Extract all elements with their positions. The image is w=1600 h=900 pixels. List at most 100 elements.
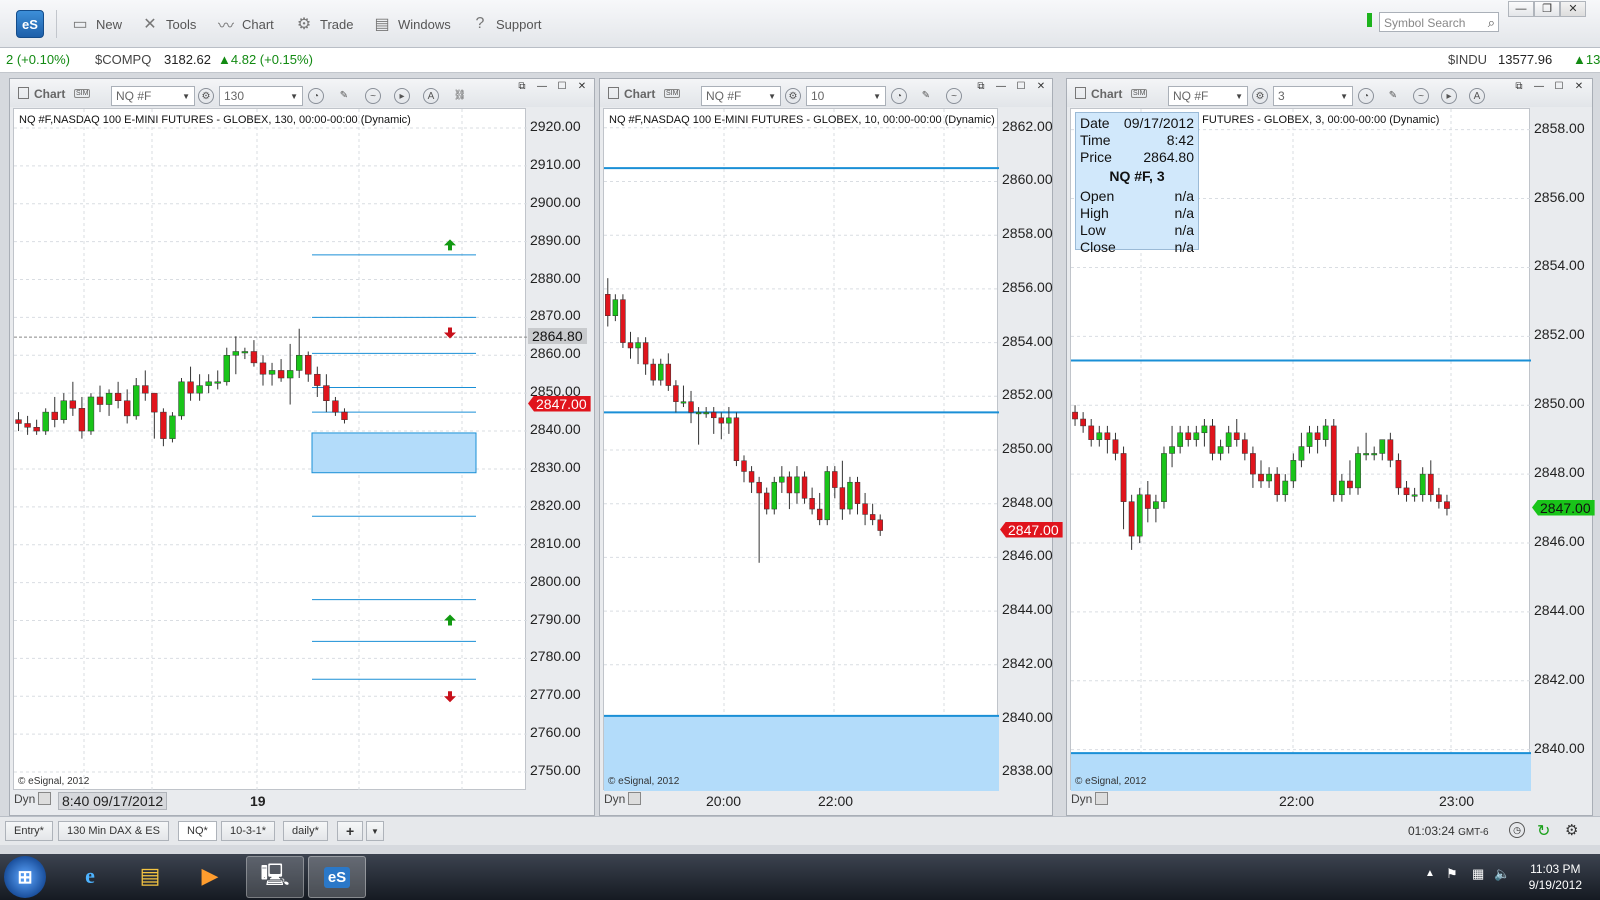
panel-maximize-button[interactable]: ☐ <box>1014 81 1028 93</box>
candle-body <box>314 373 321 386</box>
play-icon[interactable]: ▸ <box>394 88 410 104</box>
chart-plot-area[interactable]: II FUTURES - GLOBEX, 3, 00:00-00:00 (Dyn… <box>1070 108 1531 791</box>
pencil-icon[interactable]: ✎ <box>918 88 934 104</box>
chart-button[interactable]: 〰 Chart <box>216 13 274 36</box>
price-axis[interactable]: 2858.00 2856.00 2854.00 2852.00 2850.00 2848.… <box>1530 108 1595 790</box>
price-axis[interactable]: 2862.00 2860.00 2858.00 2856.00 2854.00 2852.… <box>998 108 1063 790</box>
candle-body <box>650 363 656 381</box>
tab-130-min-dax-es[interactable]: 130 Min DAX & ES <box>58 821 169 841</box>
dyn-toggle[interactable]: Dyn <box>1071 792 1109 806</box>
symbol-search-input[interactable]: Symbol Search ⌕ <box>1379 12 1499 32</box>
alert-icon[interactable]: A <box>423 88 439 104</box>
symbol-dropdown[interactable]: NQ #F ▼ <box>1168 86 1248 106</box>
add-tab-button[interactable]: + <box>337 821 364 841</box>
settings-icon[interactable]: ⚙ <box>1252 88 1268 104</box>
clock-icon[interactable]: ◔ <box>891 88 907 104</box>
page-tabs: Entry* 130 Min DAX & ES NQ* 10-3-1* dail… <box>0 816 1600 845</box>
candle-body <box>1128 501 1135 537</box>
link-icon[interactable]: ⛓ <box>452 88 468 104</box>
x-tick-label: 22:00 <box>818 793 854 809</box>
play-icon[interactable]: ▸ <box>1441 88 1457 104</box>
candle-body <box>1144 494 1151 509</box>
action-center-icon[interactable]: ⚑ <box>1446 866 1458 882</box>
taskbar-clock[interactable]: 11:03 PM 9/19/2012 <box>1529 861 1582 893</box>
dyn-toggle[interactable]: Dyn <box>604 792 642 806</box>
panel-close-button[interactable]: ✕ <box>1572 81 1586 93</box>
tab-10-3-1[interactable]: 10-3-1* <box>221 821 276 841</box>
start-button[interactable]: ⊞ <box>4 856 46 898</box>
chart-plot-area[interactable]: NQ #F,NASDAQ 100 E-MINI FUTURES - GLOBEX… <box>13 108 527 791</box>
panel-popout-button[interactable]: ⧉ <box>1512 81 1526 93</box>
esignal-logo[interactable]: eS <box>16 10 44 38</box>
study-icon[interactable]: ~ <box>365 88 381 104</box>
restore-window-button[interactable]: ❐ <box>1534 1 1560 17</box>
close-window-button[interactable]: ✕ <box>1560 1 1586 17</box>
candle-body <box>1136 494 1143 537</box>
panel-minimize-button[interactable]: — <box>535 81 549 93</box>
panel-maximize-button[interactable]: ☐ <box>1552 81 1566 93</box>
x-tick-label: 20:00 <box>706 793 742 809</box>
study-icon[interactable]: ~ <box>1413 88 1429 104</box>
tabs-menu-button[interactable]: ▼ <box>366 821 384 841</box>
symbol-dropdown[interactable]: NQ #F ▼ <box>111 86 195 106</box>
new-button[interactable]: ▭ New <box>70 13 122 35</box>
network-icon[interactable]: ▦ <box>1472 866 1484 882</box>
candlestick-chart <box>604 109 999 791</box>
tab-nq[interactable]: NQ* <box>178 821 217 841</box>
panel-minimize-button[interactable]: — <box>1532 81 1546 93</box>
minimize-window-button[interactable]: — <box>1508 1 1534 17</box>
esignal-taskbar-icon[interactable]: eS <box>308 856 366 898</box>
dyn-toggle[interactable]: Dyn <box>14 792 52 806</box>
panel-minimize-button[interactable]: — <box>994 81 1008 93</box>
clock-icon[interactable]: ◷ <box>1509 822 1525 838</box>
panel-popout-button[interactable]: ⧉ <box>974 81 988 93</box>
candle-body <box>1363 453 1369 456</box>
interval-dropdown[interactable]: 10 ▼ <box>806 86 886 106</box>
computer-icon[interactable]: 🖳 <box>246 856 304 898</box>
settings-icon[interactable]: ⚙ <box>785 88 801 104</box>
y-tick-label: 2850.00 <box>1002 440 1053 456</box>
media-player-icon[interactable]: ▶ <box>182 856 238 896</box>
study-icon[interactable]: ~ <box>946 88 962 104</box>
buy-arrow <box>444 614 456 626</box>
interval-dropdown[interactable]: 3 ▼ <box>1273 86 1353 106</box>
candle-body <box>847 481 853 510</box>
candle-body <box>51 411 58 420</box>
gear-icon[interactable]: ⚙ <box>1565 821 1578 839</box>
chevron-down-icon: ▼ <box>182 92 190 101</box>
y-tick-label: 2846.00 <box>1534 533 1585 549</box>
tab-entry[interactable]: Entry* <box>5 821 53 841</box>
volume-icon[interactable]: 🔈 <box>1494 866 1510 882</box>
y-tick-label: 2844.00 <box>1534 601 1585 618</box>
candle-body <box>1112 439 1119 454</box>
chevron-down-icon: ▼ <box>768 92 776 101</box>
support-button[interactable]: ? Support <box>470 13 542 35</box>
tab-daily[interactable]: daily* <box>283 821 328 841</box>
chart-title: Chart <box>1075 87 1122 101</box>
chart-plot-area[interactable]: NQ #F,NASDAQ 100 E-MINI FUTURES - GLOBEX… <box>603 108 999 791</box>
panel-close-button[interactable]: ✕ <box>1034 81 1048 93</box>
clock-icon[interactable]: ◔ <box>1358 88 1374 104</box>
refresh-icon[interactable]: ↻ <box>1537 821 1550 841</box>
windows-button[interactable]: ▤ Windows <box>372 13 450 35</box>
panel-popout-button[interactable]: ⧉ <box>515 81 529 93</box>
candle-body <box>277 370 285 379</box>
tools-button[interactable]: ✕ Tools <box>140 13 196 35</box>
panel-close-button[interactable]: ✕ <box>575 81 589 93</box>
tray-arrow-icon[interactable]: ▲ <box>1425 868 1435 879</box>
interval-dropdown[interactable]: 130 ▼ <box>219 86 303 106</box>
alert-icon[interactable]: A <box>1469 88 1485 104</box>
y-tick-label: 2858.00 <box>1002 225 1053 242</box>
settings-icon[interactable]: ⚙ <box>198 88 214 104</box>
candle-body <box>1217 446 1224 454</box>
panel-maximize-button[interactable]: ☐ <box>555 81 569 93</box>
pencil-icon[interactable]: ✎ <box>336 88 352 104</box>
internet-explorer-icon[interactable]: e <box>62 856 118 896</box>
clock-icon[interactable]: ◔ <box>308 88 324 104</box>
symbol-dropdown[interactable]: NQ #F ▼ <box>701 86 781 106</box>
pencil-icon[interactable]: ✎ <box>1385 88 1401 104</box>
price-axis[interactable]: 2920.00 2910.00 2900.00 2890.00 2880.00 2870.… <box>526 108 594 790</box>
file-explorer-icon[interactable]: ▤ <box>122 856 178 896</box>
trade-button[interactable]: ⚙ Trade <box>294 13 354 35</box>
chart-window-icon <box>18 87 29 99</box>
